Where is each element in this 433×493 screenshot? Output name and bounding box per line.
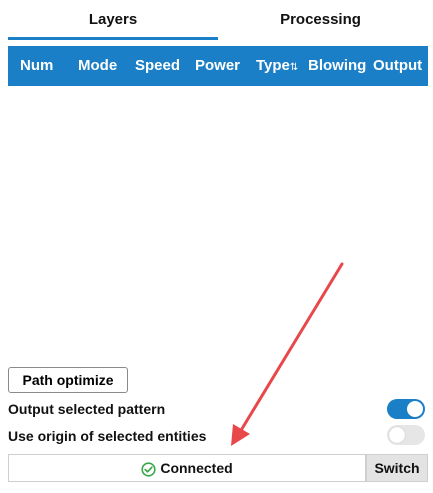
layers-panel: Layers Processing Num Mode Speed Power T… — [0, 0, 433, 493]
annotation-arrow — [231, 262, 344, 446]
